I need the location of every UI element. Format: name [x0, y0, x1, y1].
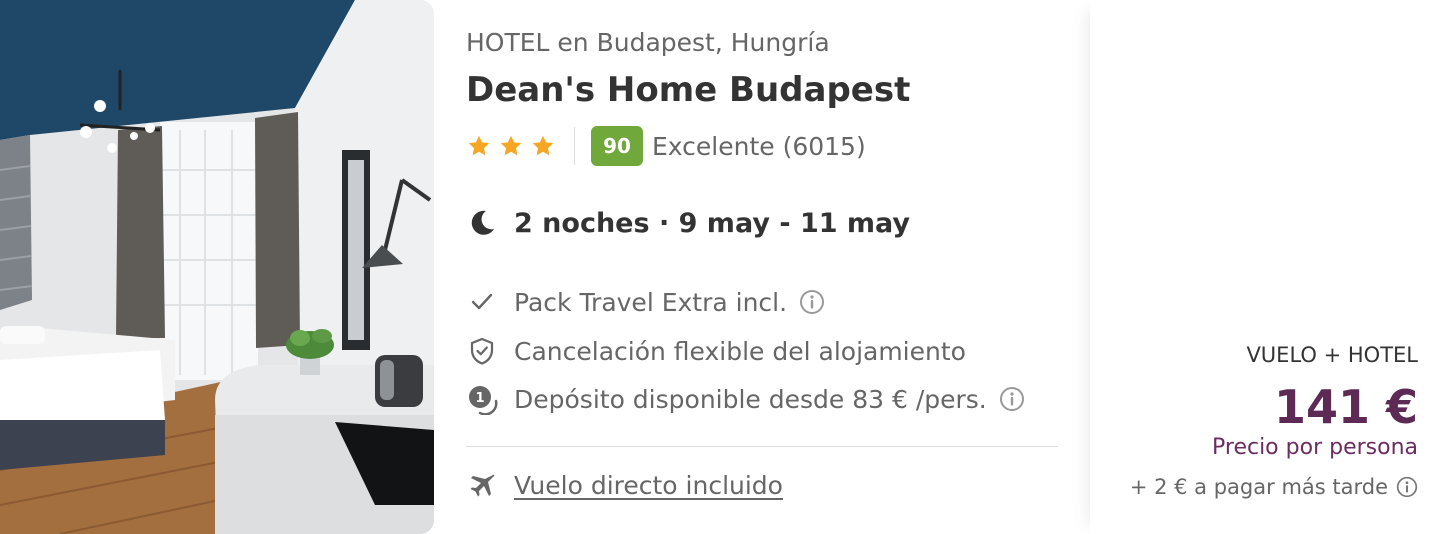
- hotel-stars: [466, 133, 556, 159]
- hotel-info: HOTEL en Budapest, Hungría Dean's Home B…: [466, 0, 1058, 534]
- section-divider: [466, 446, 1058, 447]
- score-text[interactable]: Excelente (6015): [652, 132, 866, 161]
- hotel-photo[interactable]: [0, 0, 434, 534]
- hotel-location: HOTEL en Budapest, Hungría: [466, 28, 830, 57]
- hotel-card[interactable]: HOTEL en Budapest, Hungría Dean's Home B…: [0, 0, 1438, 534]
- rating-divider: [574, 127, 575, 165]
- rating-row: 90 Excelente (6015): [466, 126, 866, 166]
- direct-flight-link[interactable]: Vuelo directo incluido: [514, 471, 783, 500]
- dates-text: 2 noches · 9 may - 11 may: [514, 207, 911, 239]
- score-badge: 90: [591, 126, 643, 166]
- feature-label: Cancelación flexible del alojamiento: [514, 336, 966, 366]
- feature-flexible-cancellation: Cancelación flexible del alojamiento: [466, 333, 966, 369]
- star-icon: [500, 135, 522, 156]
- package-type-label: VUELO + HOTEL: [1246, 343, 1418, 367]
- info-icon[interactable]: [1396, 476, 1418, 498]
- stay-dates: 2 noches · 9 may - 11 may: [466, 203, 910, 243]
- info-icon[interactable]: [999, 386, 1025, 412]
- price-per-person: Precio por persona: [1212, 435, 1418, 460]
- feature-pack-travel: Pack Travel Extra incl.: [466, 284, 825, 320]
- price-extra-text: + 2 € a pagar más tarde: [1129, 475, 1388, 499]
- star-icon: [532, 135, 554, 156]
- check-icon: [466, 286, 498, 318]
- feature-deposit: 1 Depósito disponible desde 83 € /pers.: [466, 381, 1025, 417]
- deposit-icon: 1: [466, 383, 498, 415]
- feature-label: Pack Travel Extra incl.: [514, 287, 788, 317]
- price-amount: 141 €: [1273, 380, 1418, 434]
- moon-icon: [471, 210, 494, 235]
- shield-check-icon: [466, 335, 498, 367]
- airplane-icon: [466, 469, 498, 501]
- star-icon: [468, 135, 490, 156]
- svg-text:1: 1: [475, 391, 484, 406]
- price-panel[interactable]: VUELO + HOTEL 141 € Precio por persona +…: [1090, 0, 1438, 534]
- info-icon[interactable]: [799, 289, 825, 315]
- price-extra-fee: + 2 € a pagar más tarde: [1130, 475, 1418, 499]
- feature-label: Depósito disponible desde 83 € /pers.: [514, 384, 987, 414]
- flight-info: Vuelo directo incluido: [466, 467, 783, 503]
- hotel-name[interactable]: Dean's Home Budapest: [466, 70, 910, 110]
